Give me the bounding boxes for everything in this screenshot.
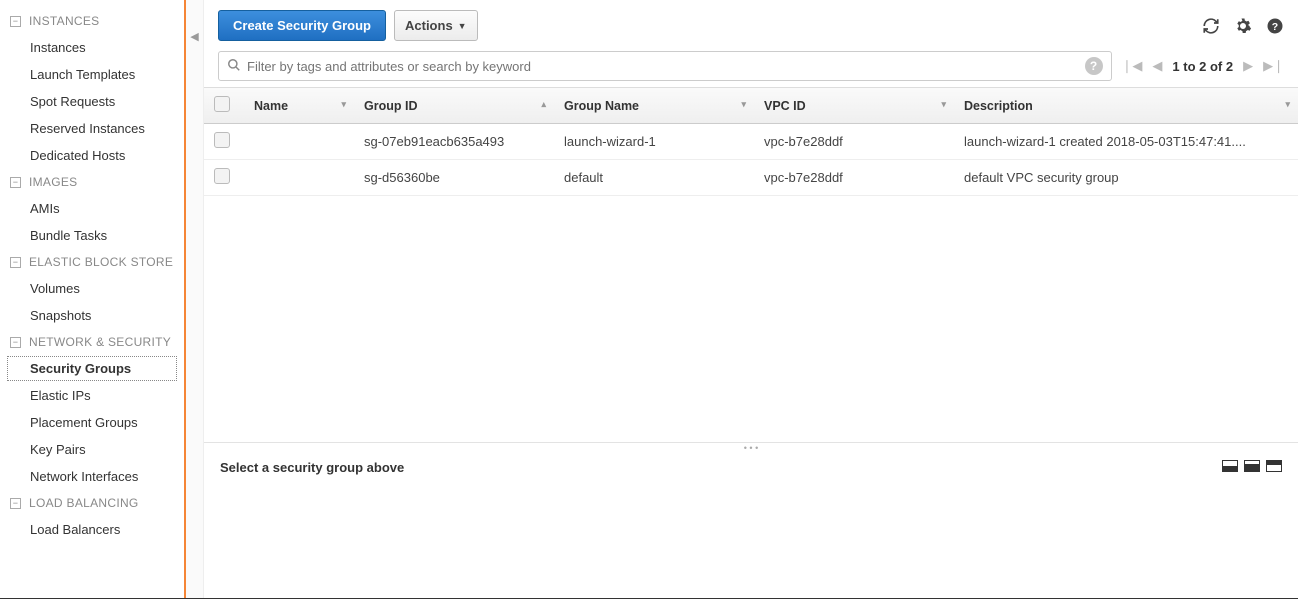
cell-description: default VPC security group [954,160,1298,196]
sidebar-collapse-handle[interactable]: ◀ [186,0,204,598]
sidebar-item-amis[interactable]: AMIs [0,195,184,222]
sidebar-group-header-images[interactable]: − IMAGES [0,169,184,195]
chevron-left-icon: ◀ [190,30,198,598]
sidebar-item-placement-groups[interactable]: Placement Groups [0,409,184,436]
cell-group-name: default [554,160,754,196]
sidebar-item-bundle-tasks[interactable]: Bundle Tasks [0,222,184,249]
svg-text:?: ? [1272,20,1278,32]
actions-dropdown-button[interactable]: Actions ▼ [394,10,478,41]
sidebar-group-title: IMAGES [29,175,77,189]
sidebar-item-instances[interactable]: Instances [0,34,184,61]
column-header-group-id[interactable]: Group ID ▴ [354,88,554,124]
table-row[interactable]: sg-d56360be default vpc-b7e28ddf default… [204,160,1298,196]
search-wrap[interactable]: ? [218,51,1112,81]
create-security-group-button[interactable]: Create Security Group [218,10,386,41]
collapse-toggle-icon[interactable]: − [10,257,21,268]
page-first-icon[interactable]: ❘◀ [1122,58,1143,74]
layout-split-icon[interactable] [1244,460,1260,472]
sidebar-item-spot-requests[interactable]: Spot Requests [0,88,184,115]
sidebar-item-snapshots[interactable]: Snapshots [0,302,184,329]
pagination-label: 1 to 2 of 2 [1172,59,1233,74]
page-prev-icon[interactable]: ◀ [1152,58,1162,74]
column-label: Name [254,99,288,113]
sidebar-item-dedicated-hosts[interactable]: Dedicated Hosts [0,142,184,169]
details-pane: Select a security group above [204,448,1298,598]
gear-icon[interactable] [1234,17,1252,35]
sidebar-item-key-pairs[interactable]: Key Pairs [0,436,184,463]
sidebar-item-load-balancers[interactable]: Load Balancers [0,516,184,543]
pagination: ❘◀ ◀ 1 to 2 of 2 ▶ ▶❘ [1122,58,1284,74]
chevron-down-icon: ▼ [458,21,467,31]
search-help-icon[interactable]: ? [1085,57,1103,75]
column-label: Group Name [564,99,639,113]
collapse-toggle-icon[interactable]: − [10,337,21,348]
cell-group-id: sg-d56360be [354,160,554,196]
sidebar-group-title: ELASTIC BLOCK STORE [29,255,173,269]
column-label: Group ID [364,99,417,113]
sidebar: − INSTANCES Instances Launch Templates S… [0,0,186,598]
layout-top-icon[interactable] [1266,460,1282,472]
collapse-toggle-icon[interactable]: − [10,16,21,27]
help-icon[interactable]: ? [1266,17,1284,35]
sidebar-group-title: LOAD BALANCING [29,496,139,510]
cell-vpc-id: vpc-b7e28ddf [754,160,954,196]
search-input[interactable] [247,59,1079,74]
select-all-checkbox[interactable] [214,96,230,112]
sidebar-group-ebs: − ELASTIC BLOCK STORE Volumes Snapshots [0,249,184,329]
row-checkbox[interactable] [214,168,230,184]
sidebar-group-network-security: − NETWORK & SECURITY Security Groups Ela… [0,329,184,490]
details-placeholder-text: Select a security group above [220,460,404,475]
column-label: Description [964,99,1033,113]
sidebar-group-header-network-security[interactable]: − NETWORK & SECURITY [0,329,184,355]
sidebar-group-title: INSTANCES [29,14,100,28]
sidebar-group-title: NETWORK & SECURITY [29,335,171,349]
page-last-icon[interactable]: ▶❘ [1263,58,1284,74]
sidebar-group-header-ebs[interactable]: − ELASTIC BLOCK STORE [0,249,184,275]
cell-group-id: sg-07eb91eacb635a493 [354,124,554,160]
sidebar-item-security-groups[interactable]: Security Groups [6,355,178,382]
sort-icon: ▾ [1285,99,1290,110]
collapse-toggle-icon[interactable]: − [10,177,21,188]
sidebar-item-volumes[interactable]: Volumes [0,275,184,302]
table-row[interactable]: sg-07eb91eacb635a493 launch-wizard-1 vpc… [204,124,1298,160]
sidebar-item-reserved-instances[interactable]: Reserved Instances [0,115,184,142]
main-area: Create Security Group Actions ▼ ? [204,0,1298,598]
refresh-icon[interactable] [1202,17,1220,35]
sidebar-group-instances: − INSTANCES Instances Launch Templates S… [0,8,184,169]
column-header-checkbox[interactable] [204,88,244,124]
column-header-group-name[interactable]: Group Name ▾ [554,88,754,124]
sidebar-item-network-interfaces[interactable]: Network Interfaces [0,463,184,490]
sort-icon: ▴ [541,99,546,110]
sort-icon: ▾ [341,99,346,110]
cell-name [244,160,354,196]
filter-bar: ? ❘◀ ◀ 1 to 2 of 2 ▶ ▶❘ [204,51,1298,87]
page-next-icon[interactable]: ▶ [1243,58,1253,74]
actions-label: Actions [405,18,453,33]
sort-icon: ▾ [741,99,746,110]
search-icon [227,58,241,75]
sidebar-group-load-balancing: − LOAD BALANCING Load Balancers [0,490,184,543]
column-header-name[interactable]: Name ▾ [244,88,354,124]
sidebar-item-elastic-ips[interactable]: Elastic IPs [0,382,184,409]
sidebar-group-images: − IMAGES AMIs Bundle Tasks [0,169,184,249]
layout-switcher [1222,460,1282,472]
column-label: VPC ID [764,99,806,113]
toolbar-right: ? [1202,17,1284,35]
sidebar-group-header-instances[interactable]: − INSTANCES [0,8,184,34]
column-header-vpc-id[interactable]: VPC ID ▾ [754,88,954,124]
sidebar-item-launch-templates[interactable]: Launch Templates [0,61,184,88]
sort-icon: ▾ [941,99,946,110]
cell-group-name: launch-wizard-1 [554,124,754,160]
sidebar-group-header-load-balancing[interactable]: − LOAD BALANCING [0,490,184,516]
toolbar: Create Security Group Actions ▼ ? [204,0,1298,51]
layout-bottom-icon[interactable] [1222,460,1238,472]
cell-name [244,124,354,160]
security-groups-table: Name ▾ Group ID ▴ Group Name ▾ VPC ID ▾ Desc… [204,87,1298,442]
column-header-description[interactable]: Description ▾ [954,88,1298,124]
collapse-toggle-icon[interactable]: − [10,498,21,509]
cell-vpc-id: vpc-b7e28ddf [754,124,954,160]
cell-description: launch-wizard-1 created 2018-05-03T15:47… [954,124,1298,160]
row-checkbox[interactable] [214,132,230,148]
